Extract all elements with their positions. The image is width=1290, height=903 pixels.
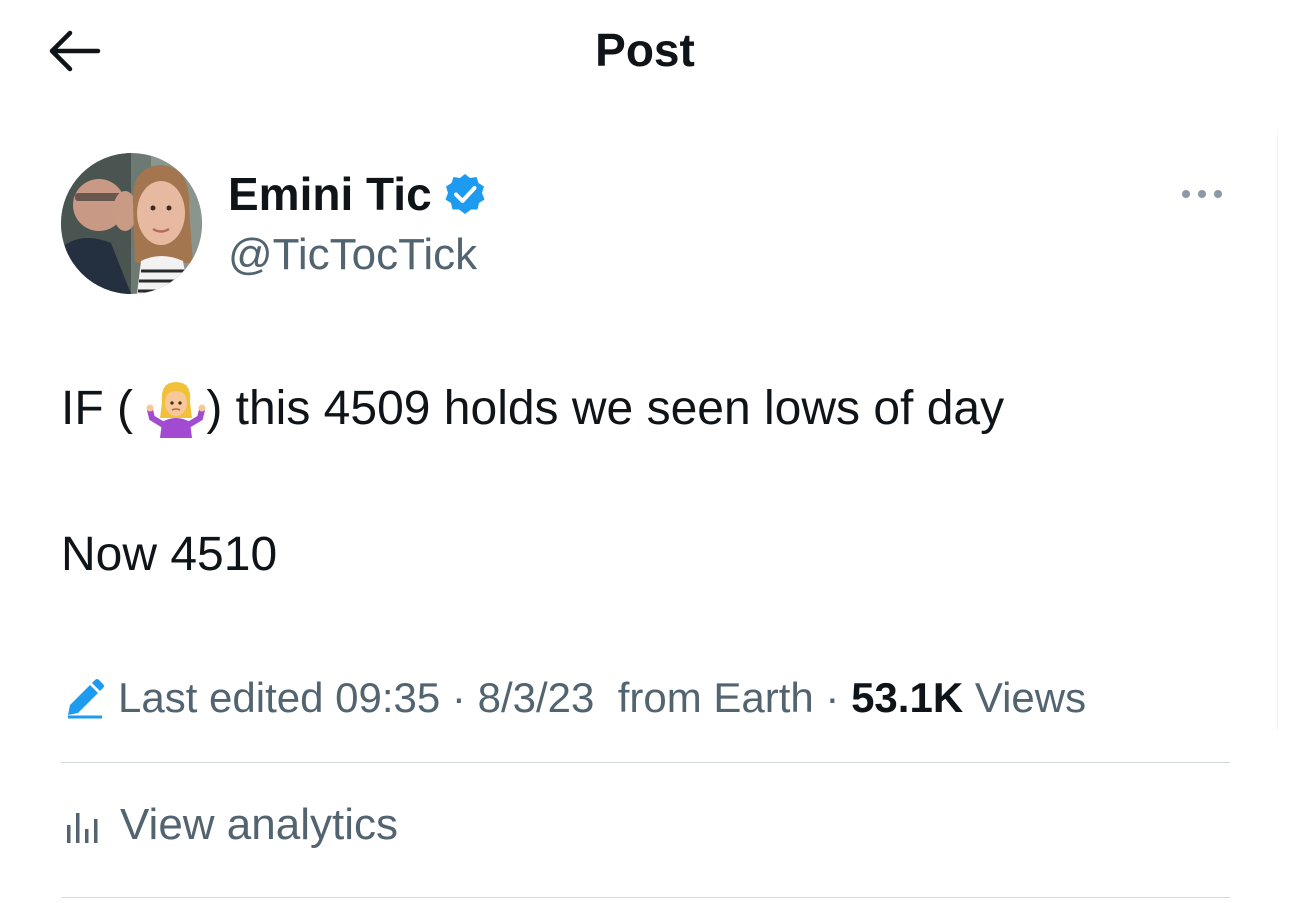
display-name[interactable]: Emini Tic: [228, 165, 432, 223]
tweet-meta: Last edited 09:35 · 8/3/23 from Earth · …: [64, 672, 1086, 724]
views-label: Views: [974, 674, 1087, 721]
edit-pencil-icon: [68, 679, 104, 719]
author-handle[interactable]: @TicTocTick: [228, 227, 477, 283]
divider: [61, 897, 1230, 898]
divider: [61, 762, 1230, 763]
tweet-text-line-1: IF ( ) this 4509 holds we seen lows of d…: [61, 378, 1004, 439]
views-count: 53.1K: [851, 674, 964, 721]
more-dots-icon: [1182, 190, 1222, 198]
avatar[interactable]: [61, 153, 202, 294]
tweet-text-prefix: IF (: [61, 382, 133, 435]
verified-badge-icon: [443, 172, 487, 216]
more-options-button[interactable]: [1176, 178, 1232, 210]
analytics-bars-icon: [67, 813, 98, 843]
view-analytics-label: View analytics: [120, 800, 398, 849]
edited-timestamp[interactable]: Last edited 09:35 · 8/3/23 from Earth ·: [118, 672, 851, 724]
panel-edge: [1277, 130, 1278, 730]
person-shrugging-emoji-icon: [146, 378, 206, 438]
view-analytics-button[interactable]: View analytics: [64, 798, 398, 852]
tweet-text-line-2: Now 4510: [61, 528, 278, 581]
tweet-text-suffix: ) this 4509 holds we seen lows of day: [206, 382, 1005, 435]
page-title: Post: [595, 24, 695, 76]
